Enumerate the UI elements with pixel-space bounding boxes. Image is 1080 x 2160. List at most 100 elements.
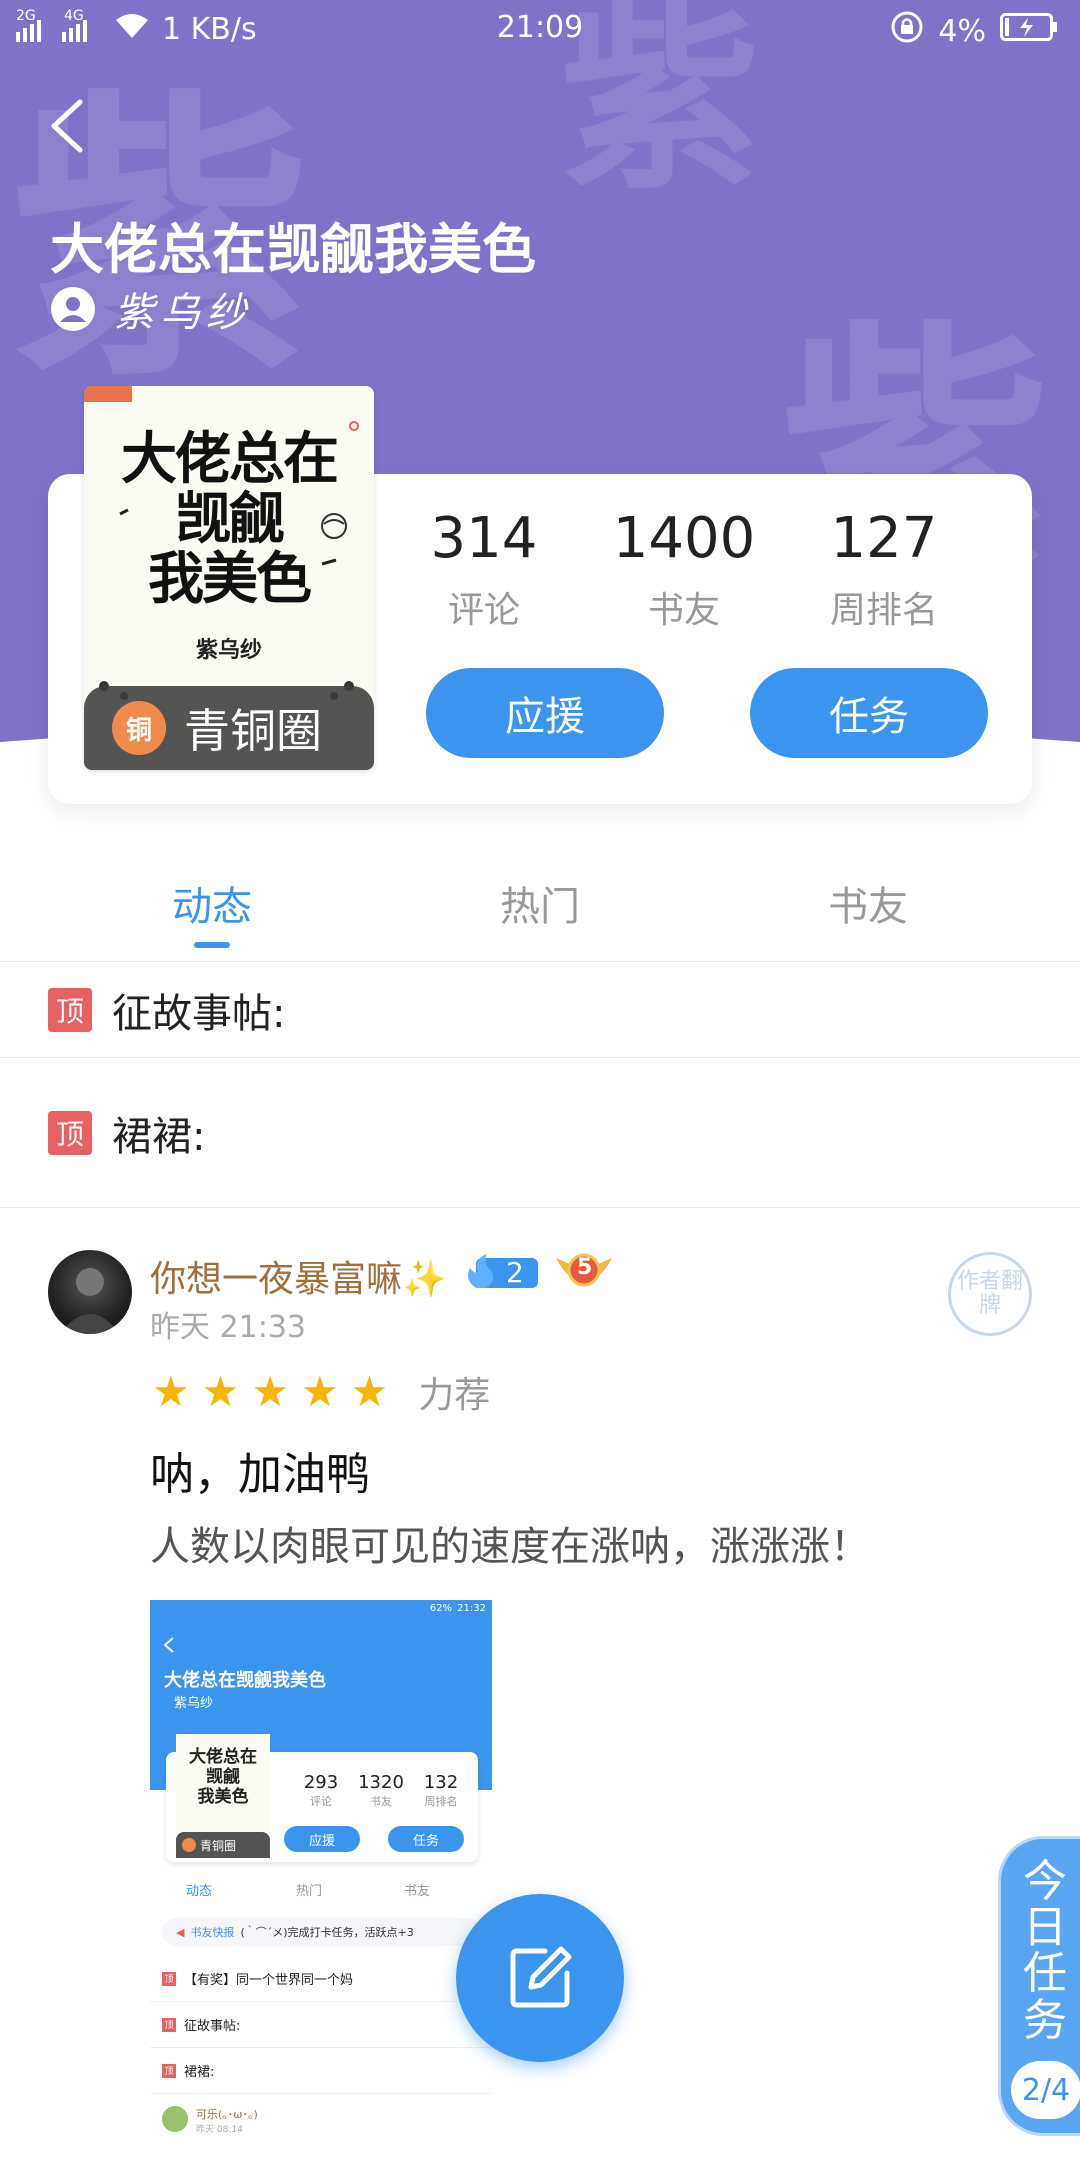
- tab-activity[interactable]: 动态: [112, 874, 312, 932]
- level-badge: 2: [462, 1252, 538, 1292]
- compose-button[interactable]: [456, 1894, 624, 2062]
- support-button[interactable]: 应援: [426, 668, 664, 758]
- flame-level-icon: [468, 1254, 538, 1288]
- cover-author: 紫乌纱: [195, 638, 262, 663]
- star-icon: ★: [251, 1367, 289, 1416]
- level-number: 2: [506, 1256, 524, 1289]
- embedded-user-info: 可乐(｡･ω･｡) 昨天 08:14: [196, 2106, 258, 2135]
- daily-task-label: 今日任务: [1023, 1856, 1067, 2046]
- stat-rank-label: 周排名: [829, 590, 938, 631]
- stat-readers-value: 1400: [612, 506, 756, 571]
- author-row[interactable]: 紫乌纱: [50, 280, 252, 338]
- tab-hot[interactable]: 热门: [440, 874, 640, 932]
- pinned-post[interactable]: 顶 裙裙:: [0, 1058, 1080, 1208]
- medal-badge: 5: [552, 1248, 616, 1294]
- status-bar: 2G 4G 1 KB/s 21:09 4%: [0, 0, 1080, 56]
- bronze-medal-icon: 铜: [112, 701, 166, 755]
- author-pick-stamp: 作者翻牌: [948, 1252, 1032, 1336]
- pinned-post-title: 裙裙:: [112, 1113, 206, 1160]
- medal-number: 5: [577, 1255, 593, 1280]
- embedded-cover: 大佬总在 觊觎 我美色 青铜圈: [176, 1734, 270, 1858]
- book-cover[interactable]: 大佬总在 觊觎 我美色 紫乌纱 铜 青铜圈: [84, 386, 374, 770]
- embedded-tab: 书友: [403, 1884, 430, 1899]
- stat-weekly-rank[interactable]: 127 周排名: [784, 506, 984, 633]
- embedded-battery: 62%: [429, 1603, 452, 1614]
- star-icon: ★: [350, 1367, 389, 1416]
- screen: 紫 紫 紫 2G 4G 1 KB/s 21:09 4% 大佬总在觊觎我美色 紫乌…: [0, 0, 1080, 2160]
- embedded-bronze-icon: [182, 1838, 196, 1852]
- embedded-author: 紫乌纱: [174, 1696, 214, 1711]
- embedded-row: 顶裙裙:: [150, 2048, 492, 2094]
- tab-readers[interactable]: 书友: [768, 874, 968, 932]
- embedded-row: 顶【有奖】同一个世界同一个妈: [150, 1956, 492, 2002]
- embedded-tab: 动态: [185, 1884, 212, 1899]
- embedded-cover-title-3: 我美色: [197, 1787, 249, 1807]
- back-button[interactable]: [40, 96, 100, 156]
- embedded-time: 21:32: [457, 1603, 486, 1614]
- embedded-pin-tag: 顶: [162, 2063, 176, 2078]
- rotation-lock-icon: [890, 10, 924, 52]
- battery-percent: 4%: [938, 13, 986, 49]
- embedded-pin-tag: 顶: [162, 2017, 176, 2032]
- post-username[interactable]: 你想一夜暴富嘛✨: [150, 1250, 447, 1302]
- embedded-row: 顶征故事帖:: [150, 2002, 492, 2048]
- embedded-row-text: 裙裙:: [184, 2065, 215, 2080]
- stat-readers[interactable]: 1400 书友: [584, 506, 784, 633]
- embedded-notice: ◀ 书友快报 (｀⌒´メ)完成打卡任务，活跃点+3: [162, 1918, 480, 1946]
- pinned-tag: 顶: [48, 1110, 92, 1155]
- battery-icon: [1000, 13, 1058, 49]
- edit-icon: [510, 1946, 572, 2008]
- user-icon: [51, 287, 95, 331]
- pinned-tag: 顶: [48, 987, 92, 1032]
- embedded-stat: 132 周排名: [406, 1772, 476, 1809]
- post-body: 人数以肉眼可见的速度在涨呐，涨涨涨！: [150, 1524, 870, 1570]
- embedded-stat-value: 132: [423, 1772, 459, 1793]
- cover-title-line3: 我美色: [148, 546, 312, 612]
- stat-comments-value: 314: [430, 506, 538, 571]
- embedded-stat-label: 周排名: [424, 1795, 458, 1808]
- embedded-support-button: 应援: [284, 1826, 360, 1852]
- stat-rank-value: 127: [830, 506, 938, 571]
- post-time: 昨天 21:33: [150, 1310, 306, 1345]
- tier-label: 青铜圈: [184, 704, 322, 758]
- pinned-post-title: 征故事帖:: [112, 990, 286, 1037]
- embedded-row-text: 征故事帖:: [184, 2019, 241, 2034]
- embedded-tier-label: 青铜圈: [200, 1838, 237, 1853]
- book-title: 大佬总在觊觎我美色: [50, 218, 536, 281]
- embedded-user-time: 昨天 08:14: [196, 2125, 243, 2135]
- embedded-title: 大佬总在觊觎我美色: [164, 1670, 326, 1691]
- stat-readers-label: 书友: [647, 590, 720, 631]
- embedded-row-text: 【有奖】同一个世界同一个妈: [184, 1973, 354, 1988]
- post-image[interactable]: 62% 21:32 大佬总在觊觎我美色 紫乌纱 大佬总在 觊觎 我美色 青铜圈 …: [150, 1600, 492, 2160]
- post-title: 呐，加油鸭: [150, 1449, 370, 1500]
- tier-badge-bar: 铜 青铜圈: [84, 686, 374, 770]
- rating-label: 力荐: [418, 1375, 491, 1416]
- embedded-pin-tag: 顶: [162, 1971, 176, 1986]
- embedded-tab: 热门: [295, 1884, 322, 1899]
- star-icon: ★: [201, 1367, 240, 1416]
- star-icon: ★: [300, 1367, 339, 1416]
- rating-stars: ★ ★ ★ ★ ★ 力荐: [152, 1366, 490, 1418]
- embedded-status-bar: 62% 21:32: [150, 1600, 492, 1618]
- embedded-user-row: 可乐(｡･ω･｡) 昨天 08:14: [162, 2106, 258, 2135]
- pinned-post[interactable]: 顶 征故事帖:: [0, 962, 1080, 1058]
- author-name: 紫乌纱: [114, 290, 252, 336]
- embedded-notice-text: (｀⌒´メ)完成打卡任务，活跃点+3: [240, 1926, 414, 1939]
- status-right: 4%: [890, 10, 1058, 52]
- embedded-tier-bar: 青铜圈: [176, 1832, 270, 1858]
- embedded-user-name: 可乐(｡･ω･｡): [196, 2108, 258, 2121]
- daily-task-count: 2/4: [1011, 2061, 1080, 2119]
- star-icon: ★: [152, 1367, 190, 1416]
- megaphone-icon: ◀: [176, 1925, 185, 1939]
- embedded-back-icon: [163, 1637, 174, 1653]
- avatar[interactable]: [48, 1250, 132, 1334]
- stat-comments[interactable]: 314 评论: [384, 506, 584, 633]
- tab-active-indicator: [194, 942, 230, 948]
- tab-bar: 动态 热门 书友: [0, 850, 1080, 962]
- daily-task-float[interactable]: 今日任务 2/4: [998, 1836, 1080, 2136]
- stat-comments-label: 评论: [447, 590, 520, 631]
- embedded-tasks-button: 任务: [388, 1826, 464, 1852]
- embedded-avatar: [162, 2106, 188, 2132]
- chevron-left-icon: [51, 99, 83, 153]
- tasks-button[interactable]: 任务: [750, 668, 988, 758]
